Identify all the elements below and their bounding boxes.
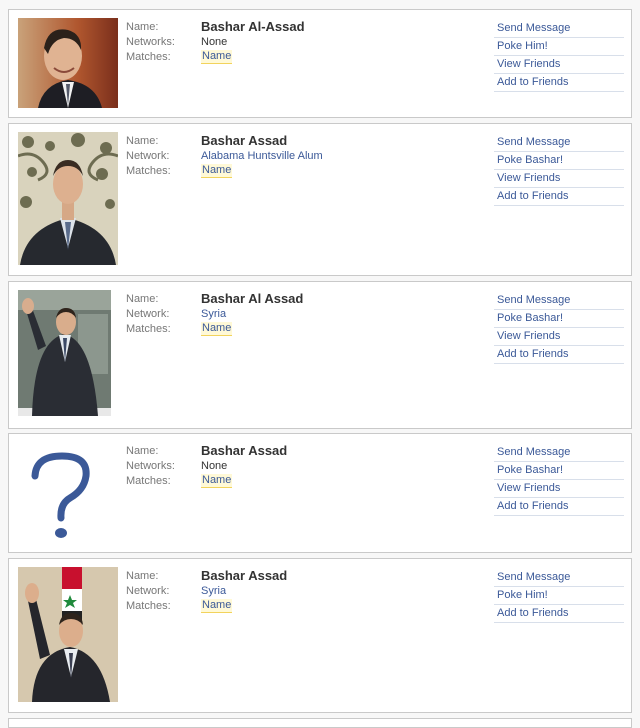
poke-link[interactable]: Poke Bashar!: [494, 310, 624, 328]
action-list: Send Message Poke Bashar! View Friends A…: [494, 134, 624, 206]
result-card: Name: Bashar Al-Assad Networks: None Mat…: [8, 9, 632, 118]
search-results-list: Name: Bashar Al-Assad Networks: None Mat…: [0, 0, 640, 728]
action-list: Send Message Poke Bashar! View Friends A…: [494, 292, 624, 364]
send-message-link[interactable]: Send Message: [494, 444, 624, 462]
matches-value: Name: [201, 322, 233, 336]
poke-link[interactable]: Poke Bashar!: [494, 462, 624, 480]
name-label: Name:: [126, 135, 159, 147]
profile-photo[interactable]: [18, 442, 118, 542]
add-to-friends-link[interactable]: Add to Friends: [494, 605, 624, 623]
network-label: Network:: [126, 585, 170, 597]
poke-link[interactable]: Poke Him!: [494, 38, 624, 56]
result-card: Name: Bashar Assad Networks: None Matche…: [8, 433, 632, 553]
result-card: Name: Bashar Assad Network: Alabama Hunt…: [8, 123, 632, 276]
send-message-link[interactable]: Send Message: [494, 569, 624, 587]
matches-label: Matches:: [126, 165, 171, 177]
profile-photo[interactable]: [18, 567, 118, 702]
profile-name[interactable]: Bashar Assad: [201, 568, 287, 583]
action-list: Send Message Poke Him! View Friends Add …: [494, 20, 624, 92]
profile-photo[interactable]: [18, 290, 111, 416]
matches-label: Matches:: [126, 323, 171, 335]
add-to-friends-link[interactable]: Add to Friends: [494, 188, 624, 206]
network-value[interactable]: Alabama Huntsville Alum: [201, 149, 323, 164]
action-list: Send Message Poke Bashar! View Friends A…: [494, 444, 624, 516]
matches-label: Matches:: [126, 600, 171, 612]
profile-name[interactable]: Bashar Al Assad: [201, 291, 303, 306]
network-value[interactable]: Syria: [201, 584, 226, 599]
name-label: Name:: [126, 445, 159, 457]
network-value: None: [201, 36, 228, 48]
result-card: Name: Bashar Assad Network: Syria Matche…: [8, 558, 632, 713]
profile-name[interactable]: Bashar Assad: [201, 133, 287, 148]
send-message-link[interactable]: Send Message: [494, 292, 624, 310]
send-message-link[interactable]: Send Message: [494, 20, 624, 38]
view-friends-link[interactable]: View Friends: [494, 56, 624, 74]
poke-link[interactable]: Poke Him!: [494, 587, 624, 605]
matches-label: Matches:: [126, 51, 171, 63]
add-to-friends-link[interactable]: Add to Friends: [494, 498, 624, 516]
view-friends-link[interactable]: View Friends: [494, 480, 624, 498]
network-value[interactable]: Syria: [201, 307, 226, 322]
profile-name[interactable]: Bashar Assad: [201, 443, 287, 458]
send-message-link[interactable]: Send Message: [494, 134, 624, 152]
profile-photo[interactable]: [18, 132, 118, 265]
name-label: Name:: [126, 570, 159, 582]
network-label: Network:: [126, 308, 170, 320]
view-friends-link[interactable]: View Friends: [494, 170, 624, 188]
network-value: None: [201, 460, 228, 472]
name-label: Name:: [126, 293, 159, 305]
network-label: Networks:: [126, 460, 175, 472]
matches-value: Name: [201, 164, 233, 178]
name-label: Name:: [126, 21, 159, 33]
add-to-friends-link[interactable]: Add to Friends: [494, 346, 624, 364]
action-list: Send Message Poke Him! Add to Friends: [494, 569, 624, 623]
poke-link[interactable]: Poke Bashar!: [494, 152, 624, 170]
matches-label: Matches:: [126, 475, 171, 487]
view-friends-link[interactable]: View Friends: [494, 328, 624, 346]
profile-photo[interactable]: [18, 18, 118, 108]
result-card: Name: Bashar Al Assad Network: Syria Mat…: [8, 281, 632, 429]
network-label: Network:: [126, 150, 170, 162]
add-to-friends-link[interactable]: Add to Friends: [494, 74, 624, 92]
network-label: Networks:: [126, 36, 175, 48]
matches-value: Name: [201, 50, 233, 64]
matches-value: Name: [201, 474, 233, 488]
matches-value: Name: [201, 599, 233, 613]
profile-name[interactable]: Bashar Al-Assad: [201, 19, 305, 34]
